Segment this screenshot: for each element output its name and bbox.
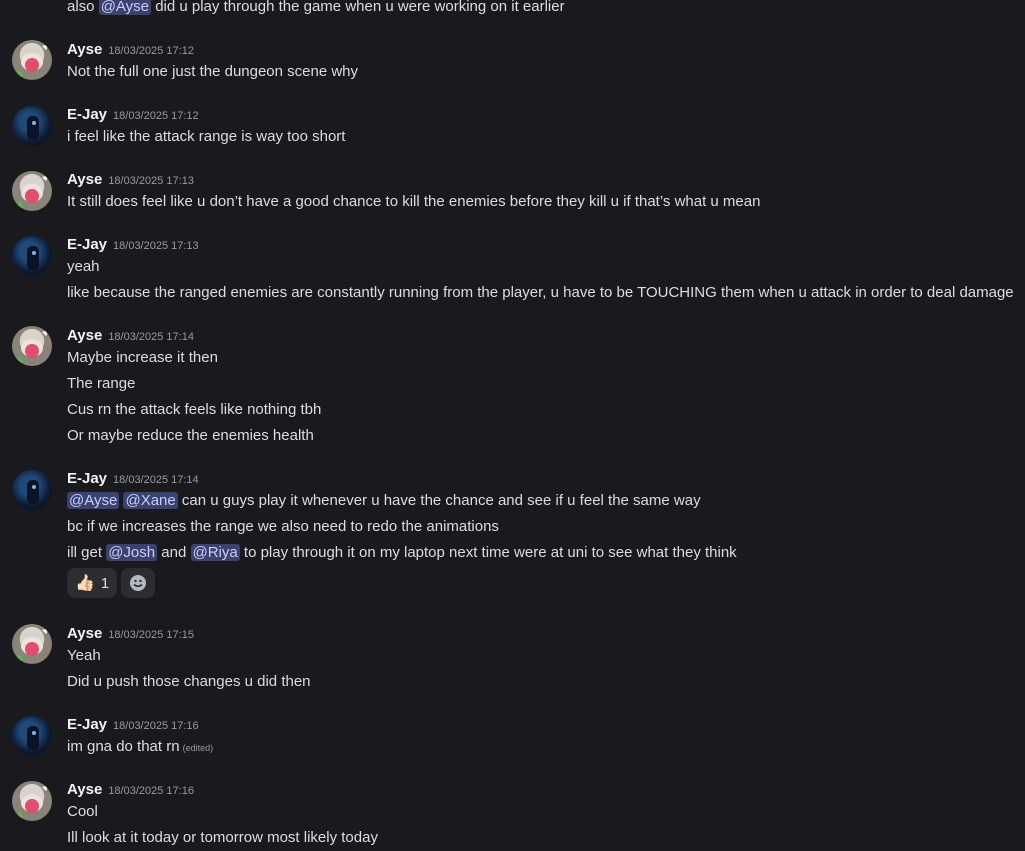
timestamp[interactable]: 18/03/2025 17:16	[113, 720, 199, 732]
mention-riya[interactable]: @Riya	[190, 544, 240, 561]
author-name[interactable]: Ayse	[67, 327, 102, 344]
message-text: Cus rn the attack feels like nothing tbh	[67, 401, 322, 418]
message-header: E-Jay 18/03/2025 17:12	[67, 105, 199, 125]
avatar-ayse[interactable]	[12, 624, 52, 664]
avatar-figure-image	[27, 246, 39, 270]
message-text: Ill look at it today or tomorrow most li…	[67, 829, 378, 846]
message-header: Ayse 18/03/2025 17:14	[67, 326, 194, 346]
message-text: like because the ranged enemies are cons…	[67, 284, 1014, 301]
author-name[interactable]: E-Jay	[67, 470, 107, 487]
timestamp[interactable]: 18/03/2025 17:16	[108, 785, 194, 797]
avatar-figure-image	[27, 726, 39, 750]
timestamp[interactable]: 18/03/2025 17:14	[108, 331, 194, 343]
mention-ayse[interactable]: @Ayse	[67, 492, 120, 509]
reaction-thumbs-up[interactable]: 👍🏻 1	[67, 568, 118, 598]
message-line: also @Ayse did u play through the game w…	[67, 0, 565, 15]
mention-josh[interactable]: @Josh	[106, 544, 158, 561]
avatar-cat-image	[15, 628, 49, 661]
avatar-ayse[interactable]	[12, 171, 52, 211]
author-name[interactable]: E-Jay	[67, 716, 107, 733]
avatar-ejay[interactable]	[12, 106, 52, 146]
reactions-bar: 👍🏻 1	[67, 568, 156, 598]
message-text: It still does feel like u don’t have a g…	[67, 193, 761, 210]
message-text: Did u push those changes u did then	[67, 673, 311, 690]
message-header: Ayse 18/03/2025 17:13	[67, 170, 194, 190]
avatar-ayse[interactable]	[12, 781, 52, 821]
thumbs-up-icon: 👍🏻	[75, 575, 95, 592]
avatar-ayse[interactable]	[12, 40, 52, 80]
message-text: bc if we increases the range we also nee…	[67, 518, 499, 535]
message-header: E-Jay 18/03/2025 17:13	[67, 235, 199, 255]
avatar-ejay[interactable]	[12, 470, 52, 510]
timestamp[interactable]: 18/03/2025 17:13	[108, 175, 194, 187]
author-name[interactable]: Ayse	[67, 41, 102, 58]
timestamp[interactable]: 18/03/2025 17:15	[108, 629, 194, 641]
message-text: ill get @Josh and @Riya to play through …	[67, 544, 737, 561]
message-text: Not the full one just the dungeon scene …	[67, 63, 359, 80]
author-name[interactable]: Ayse	[67, 171, 102, 188]
timestamp[interactable]: 18/03/2025 17:12	[108, 45, 194, 57]
message-text: Or maybe reduce the enemies health	[67, 427, 314, 444]
message-text: i feel like the attack range is way too …	[67, 128, 346, 145]
avatar-ejay[interactable]	[12, 236, 52, 276]
author-name[interactable]: Ayse	[67, 625, 102, 642]
smiley-icon	[130, 575, 147, 591]
message-text: The range	[67, 375, 136, 392]
message-text: yeah	[67, 258, 100, 275]
avatar-cat-image	[15, 175, 49, 208]
author-name[interactable]: E-Jay	[67, 106, 107, 123]
message-text: Maybe increase it then	[67, 349, 218, 366]
mention-xane[interactable]: @Xane	[123, 492, 178, 509]
avatar-ayse[interactable]	[12, 326, 52, 366]
avatar-cat-image	[15, 330, 49, 363]
message-header: Ayse 18/03/2025 17:15	[67, 624, 194, 644]
message-text: Yeah	[67, 647, 101, 664]
avatar-figure-image	[27, 116, 39, 140]
message-header: E-Jay 18/03/2025 17:16	[67, 715, 199, 735]
message-text: Cool	[67, 803, 98, 820]
message-text: @Ayse @Xane can u guys play it whenever …	[67, 492, 701, 509]
timestamp[interactable]: 18/03/2025 17:13	[113, 240, 199, 252]
edited-label: (edited)	[182, 743, 214, 753]
timestamp[interactable]: 18/03/2025 17:14	[113, 474, 199, 486]
avatar-figure-image	[27, 480, 39, 504]
message-text: im gna do that rn (edited)	[67, 738, 214, 755]
message-header: Ayse 18/03/2025 17:12	[67, 40, 194, 60]
message-header: E-Jay 18/03/2025 17:14	[67, 469, 199, 489]
add-reaction-button[interactable]	[121, 568, 156, 598]
message-header: Ayse 18/03/2025 17:16	[67, 780, 194, 800]
author-name[interactable]: Ayse	[67, 781, 102, 798]
timestamp[interactable]: 18/03/2025 17:12	[113, 110, 199, 122]
avatar-cat-image	[15, 44, 49, 77]
reaction-count: 1	[100, 574, 110, 592]
author-name[interactable]: E-Jay	[67, 236, 107, 253]
avatar-cat-image	[15, 785, 49, 818]
mention-ayse[interactable]: @Ayse	[98, 0, 152, 15]
avatar-ejay[interactable]	[12, 716, 52, 756]
